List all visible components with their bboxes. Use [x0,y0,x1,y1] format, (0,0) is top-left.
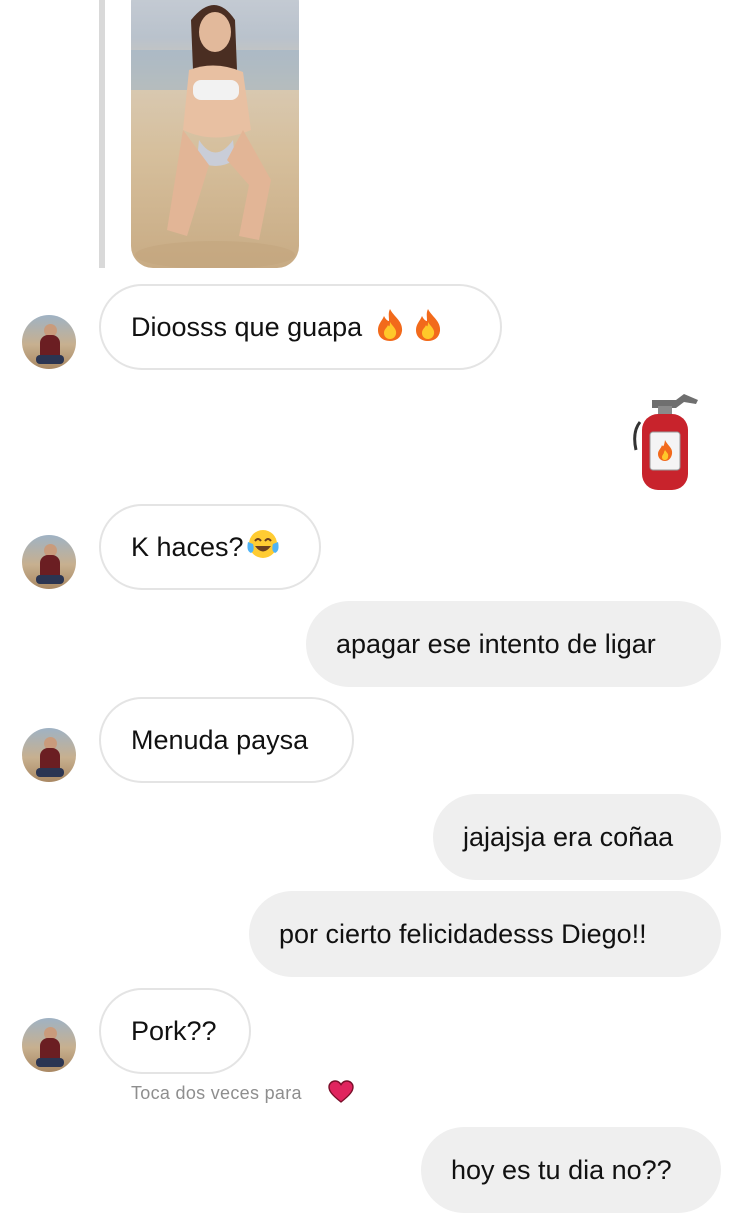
message-bubble-incoming[interactable]: Pork?? [99,988,251,1074]
tears-of-joy-emoji [246,529,280,566]
avatar[interactable] [22,535,76,589]
message-bubble-outgoing[interactable]: por cierto felicidadesss Diego!! [249,891,721,977]
fire-emoji [412,308,444,347]
message-text: Menuda paysa [131,724,309,755]
message-bubble-outgoing[interactable]: apagar ese intento de ligar [306,601,721,687]
fire-extinguisher-emoji[interactable] [630,392,702,497]
avatar[interactable] [22,315,76,369]
message-text: apagar ese intento de ligar [336,628,656,659]
message-bubble-incoming[interactable]: Menuda paysa [99,697,354,783]
message-bubble-outgoing[interactable]: jajajsja era coñaa [433,794,721,880]
message-text: K haces? [131,531,244,562]
message-text: por cierto felicidadesss Diego!! [279,918,647,949]
message-text: hoy es tu dia no?? [451,1154,672,1185]
avatar[interactable] [22,1018,76,1072]
fire-emoji [374,308,406,347]
message-text: jajajsja era coñaa [463,821,674,852]
message-bubble-outgoing[interactable]: hoy es tu dia no?? [421,1127,721,1213]
avatar[interactable] [22,728,76,782]
message-bubble-incoming[interactable]: Dioosss que guapa [99,284,502,370]
shared-photo[interactable] [131,0,299,268]
message-text: Dioosss que guapa [131,311,363,342]
photo-illustration [131,5,299,268]
reaction-hint-text: Toca dos veces para [131,1083,302,1103]
red-heart-icon[interactable] [328,1080,354,1109]
message-text: Pork?? [131,1015,217,1046]
message-bubble-incoming[interactable]: K haces? [99,504,321,590]
reply-quote-bar [99,0,105,268]
